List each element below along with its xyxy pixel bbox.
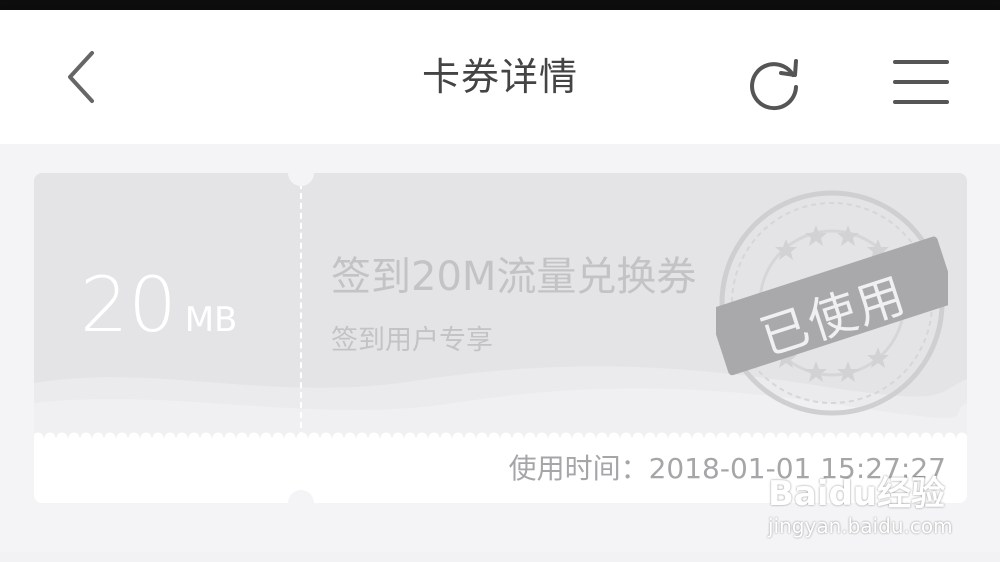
hamburger-menu-icon	[893, 60, 949, 104]
used-stamp: 已使用	[716, 187, 948, 419]
status-bar	[0, 0, 1000, 10]
coupon-divider	[300, 183, 302, 438]
coupon-amount: 20 MB	[80, 265, 280, 345]
scallop-edge	[34, 432, 967, 447]
back-button[interactable]	[50, 42, 110, 112]
refresh-button[interactable]	[740, 48, 810, 118]
coupon-card[interactable]: 20 MB 签到20M流量兑换券 签到用户专享 已使用 使用时间：2018-01…	[34, 173, 967, 503]
coupon-amount-value: 20	[80, 260, 177, 349]
page-title: 卡券详情	[421, 55, 578, 99]
coupon-amount-unit: MB	[184, 300, 238, 340]
coupon-subtitle: 签到用户专享	[331, 325, 493, 356]
menu-button[interactable]	[886, 50, 956, 114]
watermark-site: jingyan.baidu.com	[768, 514, 953, 538]
baidu-watermark: Baidu经验 jingyan.baidu.com	[768, 472, 968, 544]
chevron-left-icon	[68, 51, 94, 103]
navigation-bar: 卡券详情	[0, 10, 1000, 144]
watermark-brand: Baidu经验	[768, 474, 946, 514]
refresh-icon	[750, 59, 798, 111]
